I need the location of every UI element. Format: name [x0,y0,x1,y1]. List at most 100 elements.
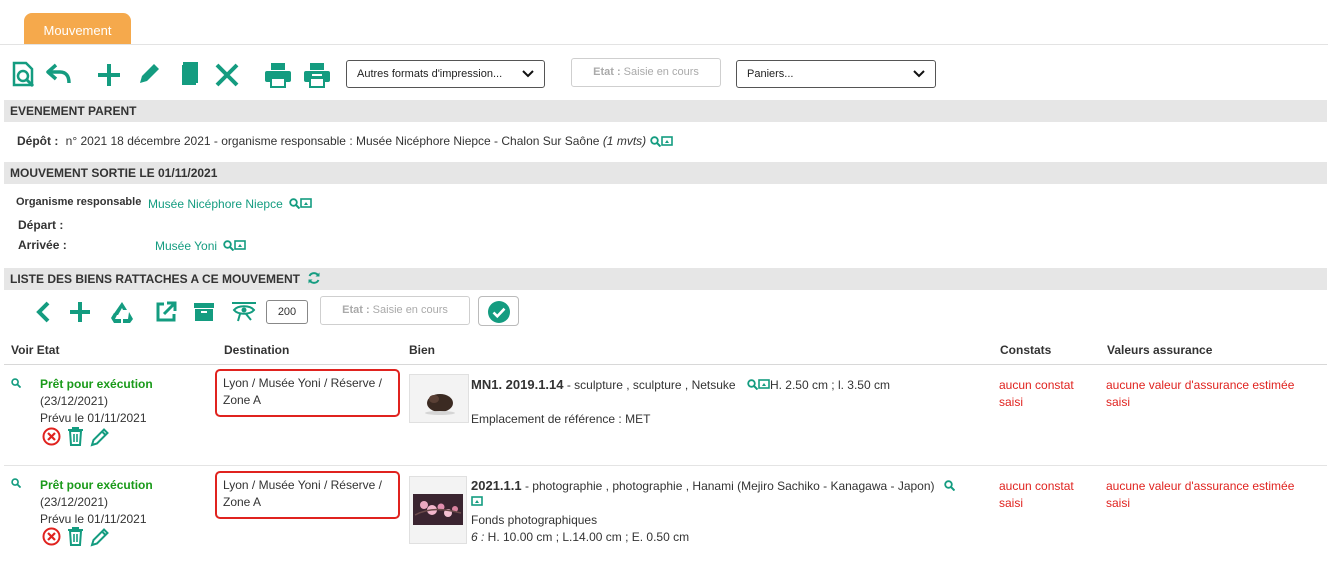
liste-etat-field: Etat : Saisie en cours [320,296,470,325]
row-destination: Lyon / Musée Yoni / Réserve / Zone A [215,471,400,519]
tab-divider [0,44,1328,45]
row-status-date: (23/12/2021) [40,394,109,408]
bien-id-link[interactable]: 2021.1.1 [471,478,522,493]
chevron-down-icon [913,70,925,78]
row-prevu: Prévu le 01/11/2021 [40,411,147,425]
add-icon[interactable] [69,301,91,323]
bien-id-link[interactable]: MN1. 2019.1.14 [471,377,564,392]
search-icon[interactable] [11,378,21,388]
bien-dimensions-line: 6 : H. 10.00 cm ; L.14.00 cm ; E. 0.50 c… [471,530,689,544]
bien-dims: H. 2.50 cm ; l. 3.50 cm [769,378,890,392]
depot-row: Dépôt : n° 2021 18 décembre 2021 - organ… [17,134,673,148]
row-prevu: Prévu le 01/11/2021 [40,512,147,526]
table-header-divider [4,364,1327,365]
paniers-value: Paniers... [747,68,794,80]
refresh-icon[interactable] [307,271,321,285]
etat-status-field: Etat : Saisie en cours [571,58,721,87]
print-formats-select[interactable]: Autres formats d'impression... [346,60,545,88]
cancel-circle-icon[interactable] [42,527,61,546]
trash-icon[interactable] [67,426,84,446]
bien-line: MN1. 2019.1.14 - sculpture , sculpture ,… [471,377,890,392]
bien-desc: - sculpture , sculpture , Netsuke [563,378,736,392]
copy-icon[interactable] [176,61,200,87]
row-valeurs: aucune valeur d'assurance estimée saisi [1106,479,1295,510]
liste-title: LISTE DES BIENS RATTACHES A CE MOUVEMENT [10,272,301,286]
search-icon[interactable] [944,480,956,492]
validate-button[interactable] [478,296,519,326]
open-window-icon[interactable] [234,240,247,251]
liste-etat-value: Saisie en cours [372,304,448,316]
cancel-circle-icon[interactable] [42,427,61,446]
external-link-icon[interactable] [155,301,177,323]
preview-search-icon[interactable] [11,61,37,89]
open-window-icon[interactable] [300,198,312,209]
etat-value: Saisie en cours [623,66,699,78]
delete-x-icon[interactable] [214,62,240,88]
search-icon[interactable] [11,478,21,488]
print-formats-value: Autres formats d'impression... [357,68,503,80]
trash-icon[interactable] [67,526,84,546]
arrivee-link[interactable]: Musée Yoni [155,239,217,253]
section-mouvement-sortie: MOUVEMENT SORTIE LE 01/11/2021 [4,162,1327,184]
print-label-icon[interactable] [303,62,331,88]
paniers-select[interactable]: Paniers... [736,60,936,88]
archive-box-icon[interactable] [193,302,215,322]
search-icon[interactable] [289,198,301,210]
org-row: Musée Nicéphore Niepce [148,197,312,211]
col-bien: Bien [409,343,436,357]
col-valeurs-assurance: Valeurs assurance [1107,343,1213,357]
col-destination: Destination [224,343,290,357]
bien-emplacement: Emplacement de référence : MET [471,412,651,426]
search-icon[interactable] [747,379,759,391]
edit-pencil-icon[interactable] [136,61,162,87]
section-evenement-parent: EVENEMENT PARENT [4,100,1327,122]
open-window-icon[interactable] [758,379,770,390]
chevron-down-icon [522,70,534,78]
row-valeurs: aucune valeur d'assurance estimée saisi [1106,378,1295,409]
back-chevron-icon[interactable] [34,301,52,323]
arrivee-label: Arrivée : [18,238,67,252]
add-icon[interactable] [96,62,122,88]
netsuke-image [425,394,455,415]
col-voir-etat: Voir Etat [11,343,60,357]
row-status: Prêt pour exécution [40,478,153,492]
search-icon[interactable] [649,136,661,148]
org-link[interactable]: Musée Nicéphore Niepce [148,197,283,211]
bien-dims-index: 6 : [471,530,485,544]
check-circle-icon [488,301,510,323]
row-divider [4,465,1327,466]
recycle-icon[interactable] [109,300,135,324]
print-icon[interactable] [264,62,292,88]
open-window-icon[interactable] [471,496,483,507]
section-liste-biens: LISTE DES BIENS RATTACHES A CE MOUVEMENT [4,268,1327,290]
edit-pencil-icon[interactable] [90,527,110,547]
bien-desc: - photographie , photographie , Hanami (… [521,479,935,493]
eye-of-horus-icon[interactable] [231,301,257,323]
bien-line: 2021.1.1 - photographie , photographie ,… [471,478,956,493]
depot-text: n° 2021 18 décembre 2021 - organisme res… [65,134,600,148]
etat-label: Etat : [593,66,621,78]
row-destination: Lyon / Musée Yoni / Réserve / Zone A [215,369,400,417]
page-size-input[interactable]: 200 [266,300,308,324]
hanami-photo-image [413,494,463,525]
depart-label: Départ : [18,218,64,232]
row-status: Prêt pour exécution [40,377,153,391]
bien-thumbnail[interactable] [409,374,469,423]
edit-pencil-icon[interactable] [90,427,110,447]
depot-label: Dépôt : [17,134,59,148]
bien-fonds: Fonds photographiques [471,513,598,527]
org-label: Organisme responsable [16,196,142,208]
row-constats: aucun constat saisi [999,479,1074,510]
undo-icon[interactable] [46,63,72,85]
arrivee-row: Musée Yoni [155,239,247,253]
row-status-date: (23/12/2021) [40,495,109,509]
col-constats: Constats [1000,343,1052,357]
open-window-icon[interactable] [660,136,673,147]
bien-dims: H. 10.00 cm ; L.14.00 cm ; E. 0.50 cm [484,530,690,544]
depot-count: (1 mvts) [602,134,647,148]
search-icon[interactable] [223,240,235,252]
row-constats: aucun constat saisi [999,378,1074,409]
tab-mouvement[interactable]: Mouvement [24,13,131,45]
liste-etat-label: Etat : [342,304,370,316]
bien-thumbnail[interactable] [409,476,467,544]
